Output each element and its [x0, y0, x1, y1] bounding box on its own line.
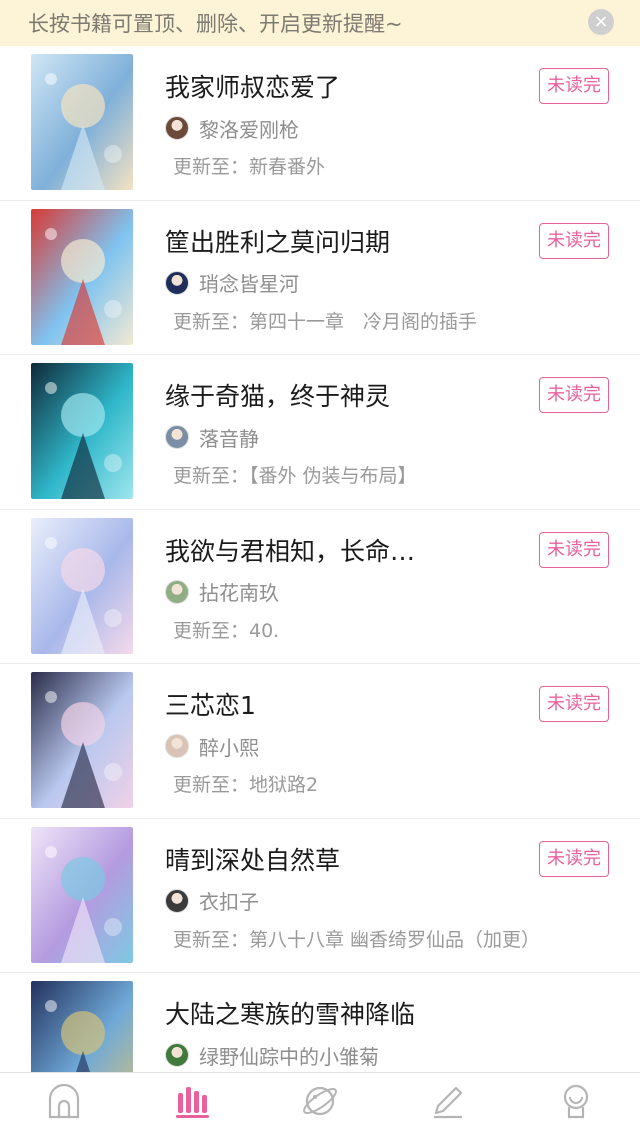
author-name[interactable]: 醉小熙: [199, 732, 259, 761]
book-cover-image[interactable]: [31, 672, 133, 808]
unread-badge: 未读完: [539, 840, 609, 877]
home-icon: [44, 1081, 84, 1121]
author-row: 琑念皆星河: [165, 270, 299, 296]
book-title[interactable]: 大陆之寒族的雪神降临: [165, 995, 455, 1031]
book-title[interactable]: 我欲与君相知，长命…: [165, 532, 455, 568]
author-row: 落音静: [165, 423, 259, 452]
latest-update-text: 更新至：第八十八章 幽香绮罗仙品（加更）: [173, 928, 541, 951]
book-row[interactable]: 缘于奇猫，终于神灵落音静更新至：【番外 伪装与布局】 未读完: [0, 355, 640, 510]
author-row: 绿野仙踪中的小雏菊: [165, 1041, 379, 1070]
book-cover-image[interactable]: [31, 981, 133, 1072]
latest-update-text: 更新至：【番外 伪装与布局】: [173, 465, 417, 487]
book-title[interactable]: 我家师叔恋爱了: [165, 68, 455, 104]
book-cover-image[interactable]: [31, 208, 133, 345]
book-cover-image[interactable]: [31, 517, 133, 654]
tab-bookshelf[interactable]: [128, 1073, 256, 1128]
book-row[interactable]: 筐出胜利之莫问归期琑念皆星河更新至：第四十一章 冷月阁的插手 未读完: [0, 201, 640, 355]
unread-badge: 未读完: [539, 68, 609, 104]
author-avatar[interactable]: [165, 579, 189, 604]
author-name[interactable]: 衣扣子: [199, 886, 259, 915]
book-title[interactable]: 筐出胜利之莫问归期: [165, 223, 455, 259]
author-avatar[interactable]: [165, 1043, 189, 1067]
book-row[interactable]: 三芯恋1 醉小熙更新至：地狱路2 未读完: [0, 664, 640, 819]
author-row: 黎洛爱刚枪: [165, 114, 299, 143]
author-row: 拈花南玖: [165, 579, 279, 605]
book-cover-image[interactable]: [31, 826, 133, 963]
latest-update-text: 更新至：40.: [173, 619, 280, 642]
tip-banner: 长按书籍可置顶、删除、开启更新提醒~ ×: [0, 0, 640, 46]
book-title[interactable]: 晴到深处自然草: [165, 841, 455, 877]
book-cover-image[interactable]: [31, 363, 133, 499]
tab-profile[interactable]: [512, 1073, 640, 1128]
unread-badge: 未读完: [539, 377, 609, 413]
latest-update-text: 更新至：第四十一章 冷月阁的插手: [173, 310, 478, 333]
write-pencil-icon: [428, 1081, 468, 1121]
author-name[interactable]: 琑念皆星河: [199, 268, 299, 297]
book-row[interactable]: 我家师叔恋爱了黎洛爱刚枪更新至：新春番外 未读完: [0, 46, 640, 201]
profile-icon: [556, 1081, 596, 1121]
latest-update-text: 更新至：地狱路2: [173, 774, 319, 796]
author-avatar[interactable]: [165, 425, 189, 449]
author-name[interactable]: 拈花南玖: [199, 577, 279, 606]
tab-discover-planet[interactable]: [256, 1073, 384, 1128]
book-row[interactable]: 晴到深处自然草衣扣子更新至：第八十八章 幽香绮罗仙品（加更） 未读完: [0, 819, 640, 973]
book-row[interactable]: 我欲与君相知，长命… 拈花南玖更新至：40. 未读完: [0, 510, 640, 664]
author-avatar[interactable]: [165, 116, 189, 140]
bottom-tab-bar: [0, 1072, 640, 1128]
bookshelf-list: 我家师叔恋爱了 黎洛爱刚枪 更新至：新春番外 未读完 筐出胜利之莫问归期 琑念皆星河 更新至…: [0, 46, 640, 1072]
tip-text: 长按书籍可置顶、删除、开启更新提醒~: [28, 12, 403, 36]
unread-badge: 未读完: [539, 222, 609, 259]
author-row: 醉小熙: [165, 732, 259, 761]
tab-home[interactable]: [0, 1073, 128, 1128]
author-avatar[interactable]: [165, 888, 189, 913]
book-cover-image[interactable]: [31, 54, 133, 190]
author-name[interactable]: 落音静: [199, 423, 259, 452]
author-avatar[interactable]: [165, 734, 189, 758]
author-avatar[interactable]: [165, 270, 189, 295]
bookshelf-icon: [172, 1081, 212, 1121]
author-row: 衣扣子: [165, 888, 259, 914]
latest-update-text: 更新至：新春番外: [173, 156, 326, 178]
book-title[interactable]: 缘于奇猫，终于神灵: [165, 377, 455, 413]
discover-planet-icon: [300, 1081, 340, 1121]
tab-write-pencil[interactable]: [384, 1073, 512, 1128]
author-name[interactable]: 绿野仙踪中的小雏菊: [199, 1041, 379, 1070]
book-title[interactable]: 三芯恋1: [165, 686, 455, 722]
close-icon[interactable]: ×: [588, 9, 614, 35]
unread-badge: 未读完: [539, 686, 609, 722]
book-row[interactable]: 大陆之寒族的雪神降临绿野仙踪中的小雏菊: [0, 973, 640, 1072]
author-name[interactable]: 黎洛爱刚枪: [199, 114, 299, 143]
unread-badge: 未读完: [539, 531, 609, 568]
